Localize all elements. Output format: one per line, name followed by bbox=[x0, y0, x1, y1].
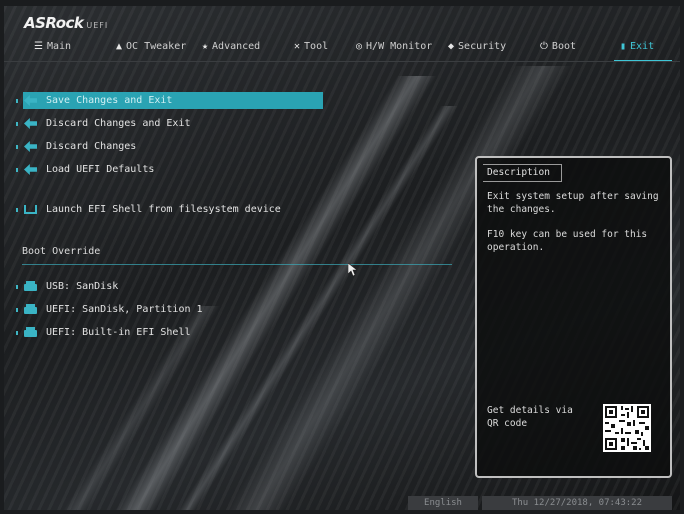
exit-arrow-icon bbox=[24, 164, 37, 175]
tool-icon: ✕ bbox=[294, 41, 301, 52]
tab-label: Advanced bbox=[212, 41, 261, 52]
bullet bbox=[16, 331, 18, 335]
tab-security[interactable]: ◆ Security bbox=[448, 36, 506, 58]
qr-caption: Get details via QR code bbox=[487, 405, 573, 429]
boot-item-label: USB: SanDisk bbox=[46, 281, 119, 292]
bullet bbox=[16, 122, 18, 126]
tab-tool[interactable]: ✕ Tool bbox=[294, 36, 328, 58]
tab-label: Main bbox=[46, 41, 72, 52]
boot-item-usb-sandisk[interactable]: USB: SanDisk bbox=[16, 278, 326, 295]
tab-label: H/W Monitor bbox=[366, 41, 433, 52]
mouse-cursor-icon bbox=[348, 263, 358, 277]
tab-main[interactable]: ☰ Main bbox=[34, 36, 71, 58]
bullet bbox=[16, 308, 18, 312]
exit-door-icon: ▮ bbox=[620, 41, 627, 52]
tab-label: Tool bbox=[304, 41, 329, 52]
bullet bbox=[16, 145, 18, 149]
tab-label: Security bbox=[458, 41, 507, 52]
boot-item-uefi-sandisk-partition[interactable]: UEFI: SanDisk, Partition 1 bbox=[16, 301, 326, 318]
bullet bbox=[16, 168, 18, 172]
bullet bbox=[16, 99, 18, 103]
star-icon: ★ bbox=[202, 41, 209, 52]
drive-icon bbox=[24, 327, 37, 337]
brand-name: ASRock bbox=[24, 14, 84, 32]
description-panel: Description Exit system setup after savi… bbox=[475, 156, 672, 478]
tab-divider bbox=[4, 61, 680, 62]
boot-item-uefi-efi-shell[interactable]: UEFI: Built-in EFI Shell bbox=[16, 324, 326, 341]
bullet bbox=[16, 285, 18, 289]
exit-arrow-icon bbox=[24, 118, 37, 129]
rocket-icon: ▲ bbox=[116, 41, 123, 52]
menu-item-label: Launch EFI Shell from filesystem device bbox=[46, 204, 281, 215]
shield-icon: ◆ bbox=[448, 41, 455, 52]
monitor-icon: ◎ bbox=[356, 41, 363, 52]
shell-icon bbox=[24, 205, 37, 214]
date-time-display: Thu 12/27/2018, 07:43:22 bbox=[482, 496, 672, 510]
drive-icon bbox=[24, 281, 37, 291]
menu-item-save-changes-and-exit[interactable]: Save Changes and Exit bbox=[16, 92, 326, 109]
brand-suffix: UEFI bbox=[86, 21, 109, 30]
language-selector[interactable]: English bbox=[408, 496, 478, 510]
boot-item-label: UEFI: SanDisk, Partition 1 bbox=[46, 304, 203, 315]
description-paragraph: Exit system setup after saving the chang… bbox=[487, 191, 659, 215]
boot-override-heading: Boot Override bbox=[22, 246, 101, 257]
tab-label: Exit bbox=[630, 41, 655, 52]
bios-screen: ASRock UEFI ☰ Main ▲ OC Tweaker ★ Advanced ✕… bbox=[4, 6, 680, 510]
tab-advanced[interactable]: ★ Advanced bbox=[202, 36, 260, 58]
description-body: Exit system setup after saving the chang… bbox=[487, 190, 662, 266]
menu-item-discard-changes[interactable]: Discard Changes bbox=[16, 138, 326, 155]
menu-item-load-uefi-defaults[interactable]: Load UEFI Defaults bbox=[16, 161, 326, 178]
section-divider bbox=[22, 264, 452, 265]
menu-item-label: Load UEFI Defaults bbox=[46, 164, 155, 175]
menu-item-label: Save Changes and Exit bbox=[46, 95, 173, 106]
brand-logo: ASRock UEFI bbox=[24, 14, 108, 32]
tab-boot[interactable]: ⏻ Boot bbox=[540, 36, 576, 58]
tab-label: Boot bbox=[551, 41, 577, 52]
tab-exit[interactable]: ▮ Exit bbox=[613, 36, 673, 62]
menu-item-label: Discard Changes and Exit bbox=[46, 118, 191, 129]
bullet bbox=[16, 208, 18, 212]
exit-arrow-icon bbox=[24, 141, 37, 152]
tab-label: OC Tweaker bbox=[126, 41, 187, 52]
drive-icon bbox=[24, 304, 37, 314]
menu-item-discard-changes-and-exit[interactable]: Discard Changes and Exit bbox=[16, 115, 326, 132]
list-icon: ☰ bbox=[34, 41, 43, 52]
power-icon: ⏻ bbox=[540, 41, 548, 52]
qr-code-icon bbox=[603, 404, 651, 452]
top-tab-bar: ☰ Main ▲ OC Tweaker ★ Advanced ✕ Tool ◎ H/W M… bbox=[4, 36, 680, 62]
description-title: Description bbox=[483, 164, 562, 182]
description-paragraph: F10 key can be used for this operation. bbox=[487, 229, 648, 253]
menu-item-label: Discard Changes bbox=[46, 141, 137, 152]
tab-hw-monitor[interactable]: ◎ H/W Monitor bbox=[356, 36, 432, 58]
tab-oc-tweaker[interactable]: ▲ OC Tweaker bbox=[116, 36, 186, 58]
menu-item-launch-efi-shell[interactable]: Launch EFI Shell from filesystem device bbox=[16, 201, 326, 218]
boot-item-label: UEFI: Built-in EFI Shell bbox=[46, 327, 191, 338]
